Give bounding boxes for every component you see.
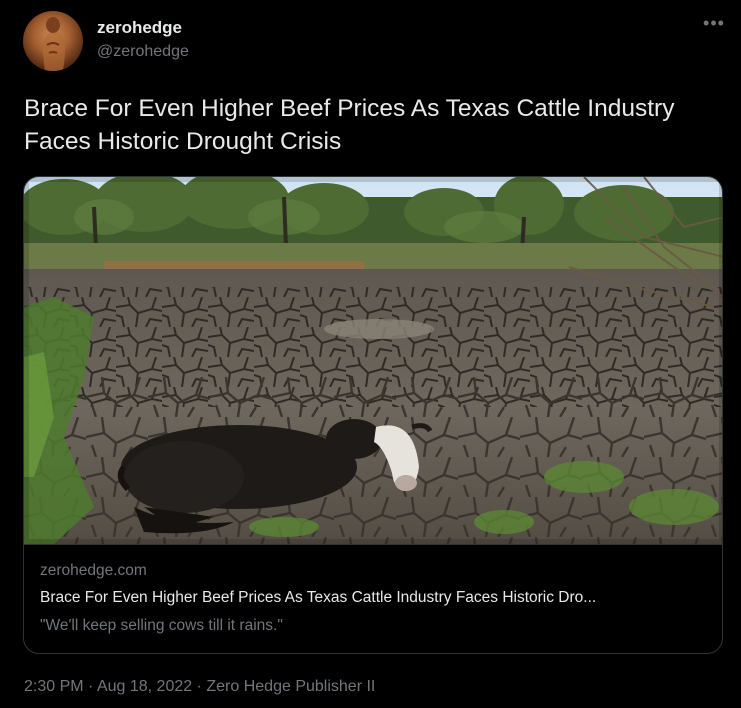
tweet-source[interactable]: Zero Hedge Publisher II — [206, 678, 375, 695]
card-domain: zerohedge.com — [40, 562, 147, 579]
avatar[interactable] — [23, 11, 83, 71]
meta-separator: · — [196, 678, 202, 695]
tweet-time[interactable]: 2:30 PM — [24, 678, 84, 695]
author-display-name[interactable]: zerohedge — [97, 18, 182, 38]
card-title: Brace For Even Higher Beef Prices As Tex… — [40, 589, 597, 606]
meta-separator: · — [88, 678, 94, 695]
more-options-button[interactable]: ••• — [702, 13, 726, 36]
card-meta[interactable]: zerohedge.com Brace For Even Higher Beef… — [24, 544, 722, 653]
tweet-meta: 2:30 PM · Aug 18, 2022 · Zero Hedge Publ… — [24, 678, 375, 696]
drought-photo — [24, 177, 722, 544]
card-description: "We'll keep selling cows till it rains." — [40, 617, 283, 634]
tweet-text: Brace For Even Higher Beef Prices As Tex… — [24, 95, 675, 155]
link-card[interactable]: zerohedge.com Brace For Even Higher Beef… — [23, 176, 723, 654]
more-horizontal-icon: ••• — [703, 13, 725, 33]
card-image[interactable] — [24, 177, 722, 544]
author-handle[interactable]: @zerohedge — [97, 43, 189, 61]
avatar-photo — [43, 17, 65, 71]
tweet-date[interactable]: Aug 18, 2022 — [97, 678, 192, 695]
